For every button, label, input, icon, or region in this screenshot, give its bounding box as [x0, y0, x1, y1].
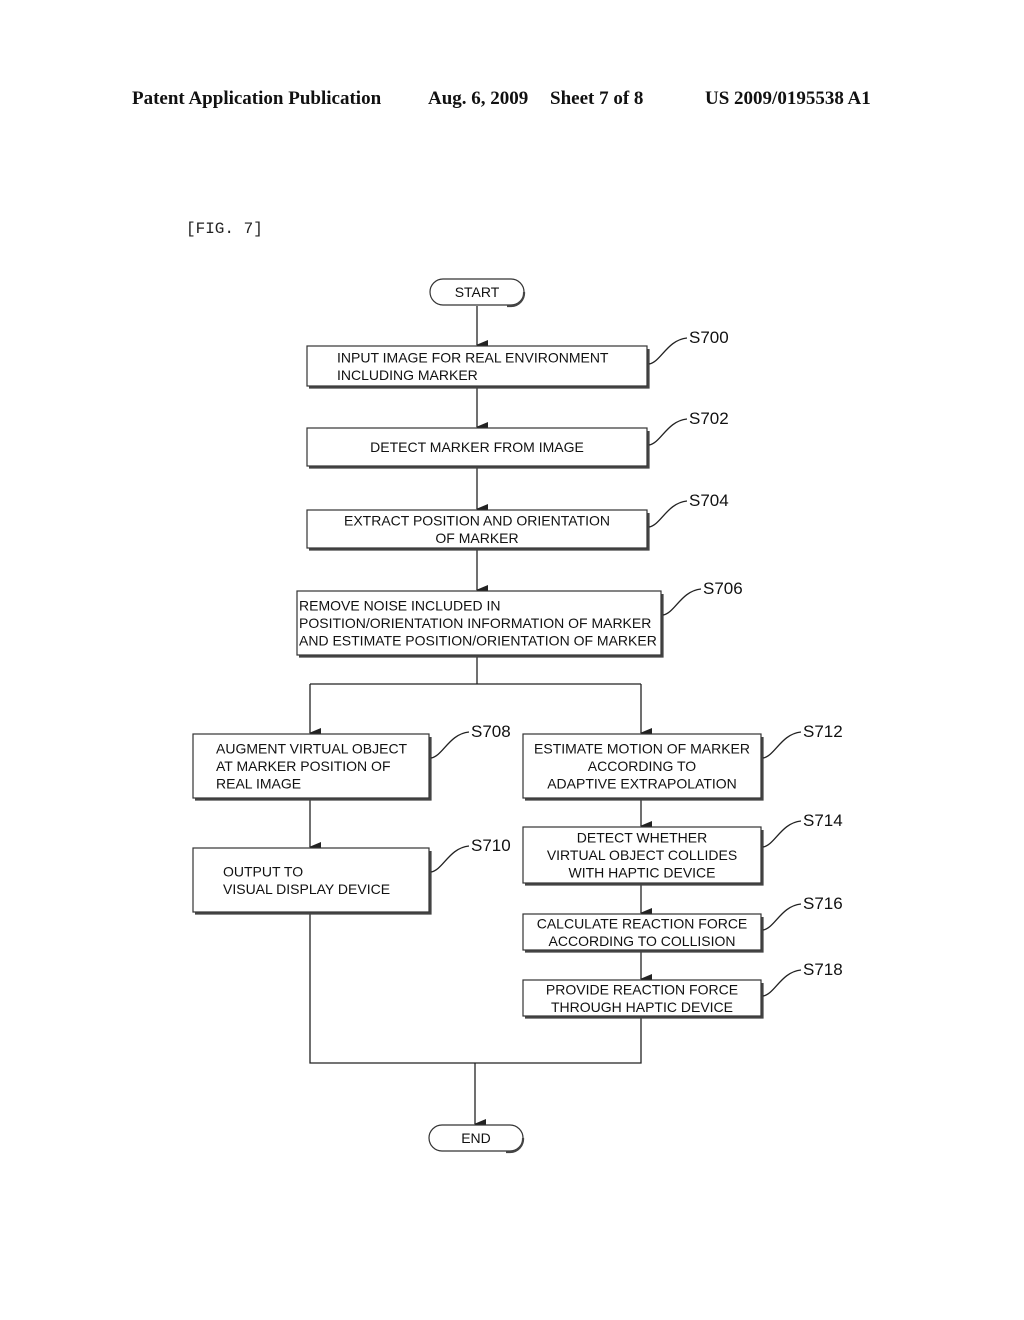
step-id-label: S700 — [689, 328, 729, 347]
step-id-label: S718 — [803, 960, 843, 979]
step-text-line: ESTIMATE MOTION OF MARKER — [534, 741, 750, 757]
step-text-line: AND ESTIMATE POSITION/ORIENTATION OF MAR… — [299, 633, 657, 649]
step-text-line: POSITION/ORIENTATION INFORMATION OF MARK… — [299, 615, 651, 631]
step-text-line: DETECT MARKER FROM IMAGE — [370, 439, 584, 455]
step-id-label: S708 — [471, 722, 511, 741]
step-id-label: S702 — [689, 409, 729, 428]
step-text-line: PROVIDE REACTION FORCE — [546, 981, 738, 997]
step-text-line: REMOVE NOISE INCLUDED IN — [299, 598, 500, 614]
start-terminator: START — [429, 278, 526, 308]
step-id-label: S704 — [689, 491, 729, 510]
step-text-line: ACCORDING TO — [588, 758, 696, 774]
step-text-line: AT MARKER POSITION OF — [216, 758, 391, 774]
callout-leader — [662, 588, 702, 616]
callout-leader — [762, 731, 802, 759]
step-text-line: ADAPTIVE EXTRAPOLATION — [547, 776, 737, 792]
process-step-s712: ESTIMATE MOTION OF MARKERACCORDING TO ADA… — [522, 722, 843, 801]
callout-leader — [762, 969, 802, 997]
step-text-line: WITH HAPTIC DEVICE — [568, 865, 715, 881]
end-terminator-label: END — [461, 1130, 491, 1146]
callout-leader — [430, 731, 470, 759]
process-step-s716: CALCULATE REACTION FORCE ACCORDING TO COL… — [522, 894, 843, 953]
nodes: START END INPUT IMAGE FOR REAL ENVIRONMENT… — [192, 278, 843, 1154]
flowchart: START END INPUT IMAGE FOR REAL ENVIRONMENT… — [192, 278, 843, 1154]
step-text-line: INCLUDING MARKER — [337, 367, 478, 383]
step-text-line: VISUAL DISPLAY DEVICE — [223, 881, 390, 897]
process-step-s714: DETECT WHETHERVIRTUAL OBJECT COLLIDES WIT… — [522, 811, 843, 886]
step-text-line: THROUGH HAPTIC DEVICE — [551, 999, 733, 1015]
start-terminator-label: START — [455, 284, 500, 300]
callout-leader — [762, 903, 802, 931]
process-step-s706: REMOVE NOISE INCLUDED INPOSITION/ORIENTA… — [296, 579, 743, 658]
step-text-line: VIRTUAL OBJECT COLLIDES — [547, 847, 737, 863]
step-id-label: S714 — [803, 811, 843, 830]
step-text-line: EXTRACT POSITION AND ORIENTATION — [344, 512, 610, 528]
step-id-label: S706 — [703, 579, 743, 598]
step-text-line: ACCORDING TO COLLISION — [549, 933, 736, 949]
process-step-s704: EXTRACT POSITION AND ORIENTATION OF MARKE… — [306, 491, 729, 551]
step-text-line: INPUT IMAGE FOR REAL ENVIRONMENT — [337, 349, 609, 365]
callout-leader — [648, 500, 688, 528]
process-step-s702: DETECT MARKER FROM IMAGE S702 — [306, 409, 729, 469]
step-id-label: S716 — [803, 894, 843, 913]
callout-leader — [648, 337, 688, 365]
end-terminator: END — [428, 1124, 525, 1154]
process-step-s708: AUGMENT VIRTUAL OBJECTAT MARKER POSITION… — [192, 722, 511, 801]
step-text-line: OF MARKER — [435, 530, 518, 546]
callout-leader — [648, 418, 688, 446]
callout-leader — [762, 820, 802, 848]
process-step-s700: INPUT IMAGE FOR REAL ENVIRONMENT INCLUDIN… — [306, 328, 729, 389]
callout-leader — [430, 845, 470, 873]
step-text-line: AUGMENT VIRTUAL OBJECT — [216, 741, 408, 757]
step-text-line: REAL IMAGE — [216, 776, 301, 792]
step-id-label: S712 — [803, 722, 843, 741]
step-id-label: S710 — [471, 836, 511, 855]
process-step-s710: OUTPUT TO VISUAL DISPLAY DEVICE S710 — [192, 836, 511, 915]
step-text-line: CALCULATE REACTION FORCE — [537, 915, 748, 931]
step-text-line: DETECT WHETHER — [577, 830, 707, 846]
process-step-s718: PROVIDE REACTION FORCE THROUGH HAPTIC DEV… — [522, 960, 843, 1019]
step-text-line: OUTPUT TO — [223, 863, 303, 879]
